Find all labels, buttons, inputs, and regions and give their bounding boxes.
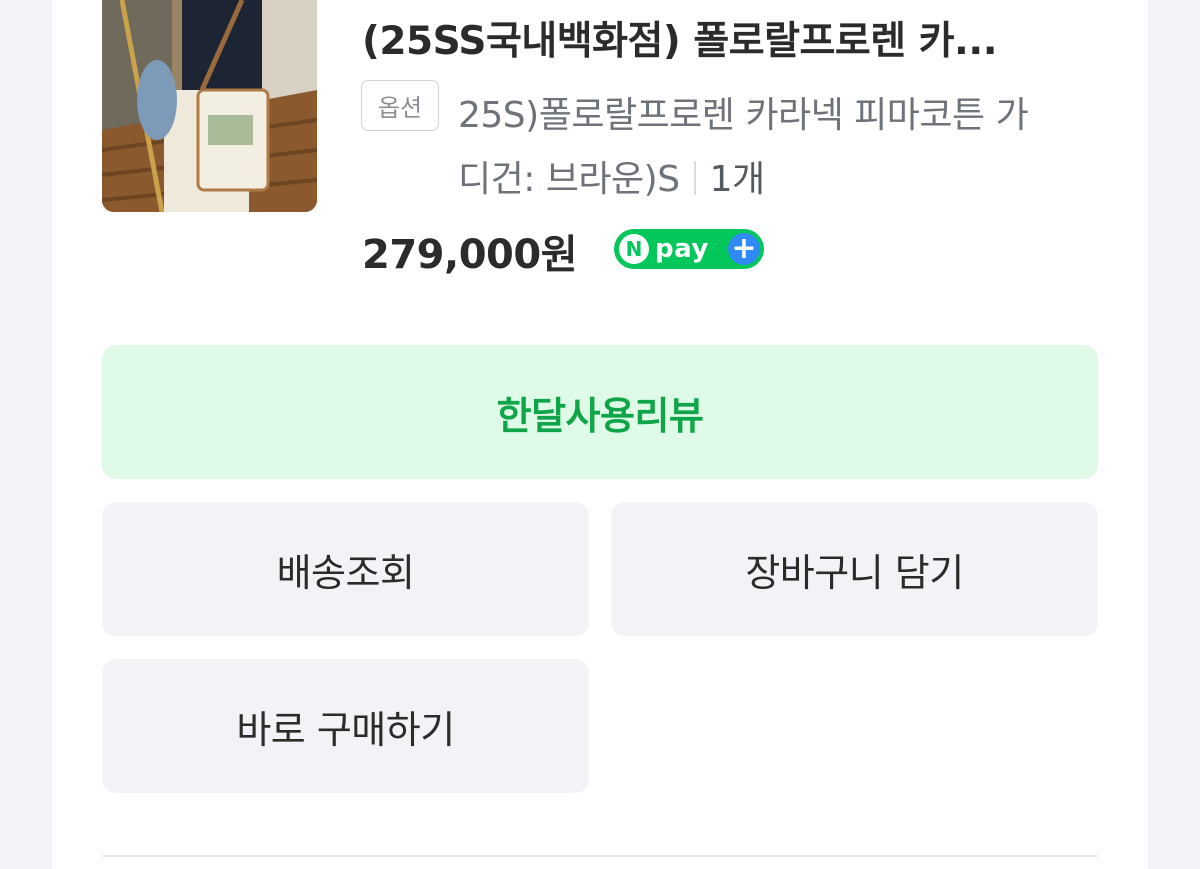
- option-badge: 옵션: [361, 80, 439, 131]
- product-title[interactable]: (25SS국내백화점) 폴로랄프로렌 카...: [362, 10, 1092, 66]
- option-line-2: 디건: 브라운)S: [458, 159, 680, 200]
- option-separator: [693, 161, 696, 195]
- option-line-1: 25S)폴로랄프로렌 카라넥 피마코튼 가: [458, 95, 1029, 136]
- option-description: 25S)폴로랄프로렌 카라넥 피마코튼 가 디건: 브라운)S 1개: [458, 84, 1098, 212]
- option-line-2-wrap: 디건: 브라운)S 1개: [458, 148, 1098, 212]
- add-to-cart-button[interactable]: 장바구니 담기: [611, 502, 1098, 636]
- product-price: 279,000원: [362, 232, 578, 278]
- npay-n-icon: N: [619, 234, 649, 264]
- npay-plus-badge: N pay +: [614, 229, 764, 269]
- product-thumbnail[interactable]: [102, 0, 317, 212]
- product-photo: [102, 0, 317, 212]
- monthly-review-button[interactable]: 한달사용리뷰: [102, 345, 1098, 479]
- track-delivery-button[interactable]: 배송조회: [102, 502, 589, 636]
- section-divider: [102, 855, 1098, 857]
- npay-plus-icon: +: [728, 233, 760, 265]
- npay-label: pay: [655, 234, 709, 264]
- buy-now-button[interactable]: 바로 구매하기: [102, 659, 589, 793]
- option-quantity: 1개: [709, 159, 766, 200]
